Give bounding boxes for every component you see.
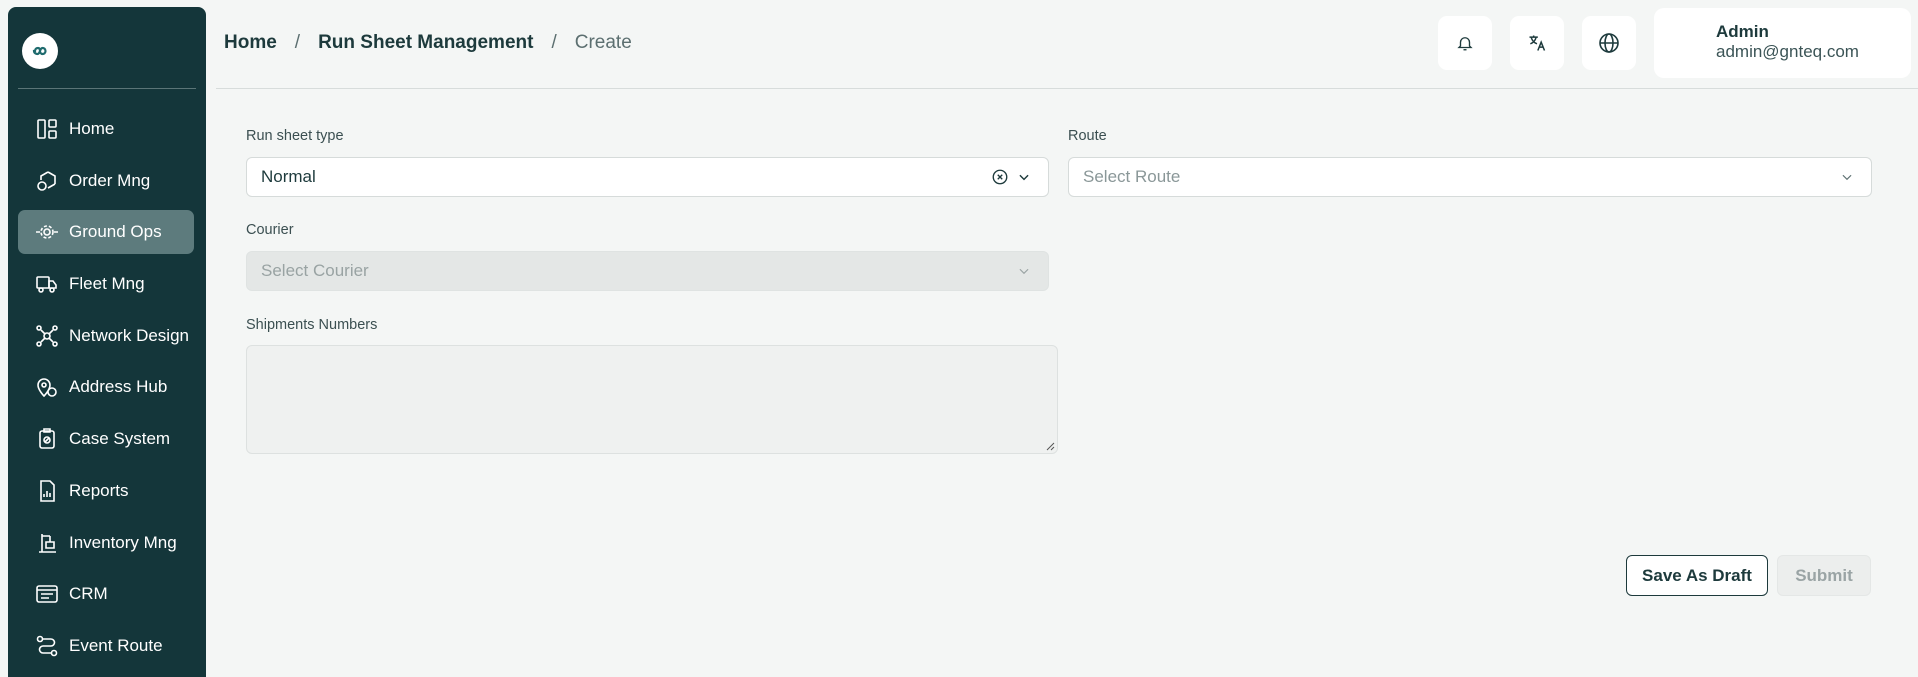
sidebar-item-label: Order Mng xyxy=(69,170,151,190)
sidebar-item-inventory-mng[interactable]: Inventory Mng xyxy=(18,521,194,565)
route-select[interactable]: Select Route xyxy=(1068,157,1872,197)
breadcrumb-separator: / xyxy=(551,32,557,53)
user-email: admin@gnteq.com xyxy=(1716,42,1859,61)
crm-icon xyxy=(34,581,60,607)
chevron-down-icon xyxy=(1014,261,1034,281)
sidebar-item-label: Address Hub xyxy=(69,377,168,397)
sidebar-divider xyxy=(18,88,196,89)
route-icon xyxy=(34,633,60,659)
globe-icon xyxy=(1599,33,1619,53)
courier-label: Courier xyxy=(246,222,294,238)
network-icon xyxy=(34,323,60,349)
sidebar-item-label: Network Design xyxy=(69,325,189,345)
infinity-icon xyxy=(32,46,47,56)
sidebar-item-network-design[interactable]: Network Design xyxy=(18,314,194,358)
sidebar: Home Order Mng Ground Ops Fleet Mng Netw… xyxy=(8,7,206,677)
sidebar-item-home[interactable]: Home xyxy=(18,107,194,151)
language-button[interactable] xyxy=(1582,16,1636,70)
sidebar-item-ground-ops[interactable]: Ground Ops xyxy=(18,210,194,255)
gear-icon xyxy=(34,219,60,245)
truck-icon xyxy=(34,271,60,297)
sidebar-item-label: Ground Ops xyxy=(69,222,162,242)
resize-handle-icon[interactable] xyxy=(1045,441,1055,451)
inventory-icon xyxy=(34,530,60,556)
dashboard-icon xyxy=(34,116,60,142)
sidebar-item-label: CRM xyxy=(69,584,108,604)
user-name: Admin xyxy=(1716,22,1769,41)
sidebar-item-reports[interactable]: Reports xyxy=(18,469,194,513)
chevron-down-icon xyxy=(1014,167,1034,187)
courier-select[interactable]: Select Courier xyxy=(246,251,1049,291)
sidebar-item-event-route[interactable]: Event Route xyxy=(18,624,194,668)
sidebar-item-fleet-mng[interactable]: Fleet Mng xyxy=(18,262,194,306)
chevron-down-icon xyxy=(1837,167,1857,187)
sidebar-item-crm[interactable]: CRM xyxy=(18,572,194,616)
notifications-button[interactable] xyxy=(1438,16,1492,70)
bell-icon xyxy=(1457,37,1473,51)
save-as-draft-button[interactable]: Save As Draft xyxy=(1626,555,1768,596)
sidebar-nav: Home Order Mng Ground Ops Fleet Mng Netw… xyxy=(18,107,194,676)
run-sheet-type-value: Normal xyxy=(261,167,316,186)
clear-icon[interactable] xyxy=(990,167,1010,187)
route-label: Route xyxy=(1068,128,1107,144)
shipments-numbers-label: Shipments Numbers xyxy=(246,317,378,333)
sidebar-item-label: Event Route xyxy=(69,635,163,655)
run-sheet-type-select[interactable]: Normal xyxy=(246,157,1049,197)
run-sheet-type-label: Run sheet type xyxy=(246,128,344,144)
breadcrumb-home[interactable]: Home xyxy=(224,32,277,54)
user-profile[interactable]: Admin admin@gnteq.com xyxy=(1654,8,1911,78)
sidebar-item-case-system[interactable]: Case System xyxy=(18,417,194,461)
breadcrumb: Home / Run Sheet Management / Create xyxy=(224,32,632,54)
report-icon xyxy=(34,478,60,504)
shipments-numbers-textarea[interactable] xyxy=(246,345,1058,454)
breadcrumb-run-sheet-management[interactable]: Run Sheet Management xyxy=(318,32,533,54)
location-icon xyxy=(34,374,60,400)
submit-button[interactable]: Submit xyxy=(1777,555,1871,596)
sidebar-item-label: Reports xyxy=(69,480,129,500)
sidebar-item-order-mng[interactable]: Order Mng xyxy=(18,159,194,203)
breadcrumb-current: Create xyxy=(574,32,632,53)
case-icon xyxy=(34,426,60,452)
courier-placeholder: Select Courier xyxy=(261,261,369,280)
sidebar-item-label: Home xyxy=(69,119,115,138)
sidebar-item-label: Inventory Mng xyxy=(69,532,177,552)
logo[interactable] xyxy=(22,33,58,69)
box-icon xyxy=(34,168,60,194)
sidebar-item-label: Case System xyxy=(69,429,171,449)
breadcrumb-separator: / xyxy=(294,32,301,53)
route-placeholder: Select Route xyxy=(1083,167,1181,186)
translate-icon xyxy=(1529,35,1546,51)
sidebar-item-address-hub[interactable]: Address Hub xyxy=(18,365,194,409)
sidebar-item-label: Fleet Mng xyxy=(69,274,145,294)
translate-button[interactable] xyxy=(1510,16,1564,70)
